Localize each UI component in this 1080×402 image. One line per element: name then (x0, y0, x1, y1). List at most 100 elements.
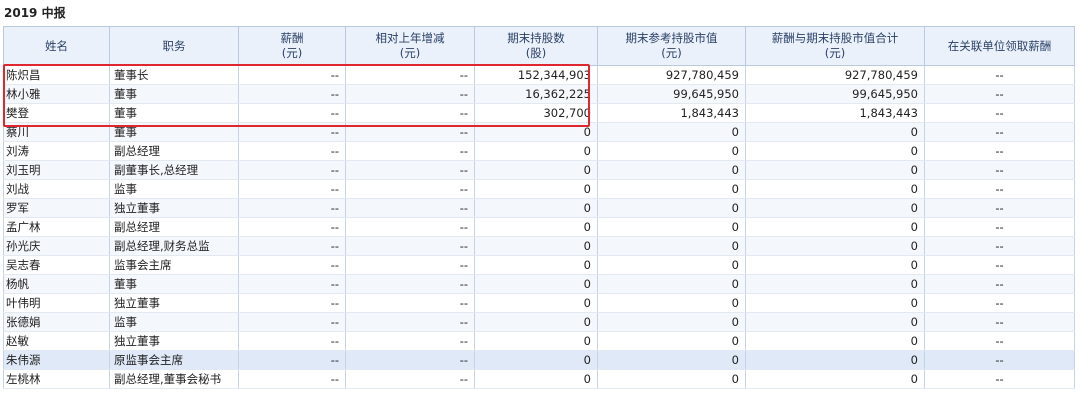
cell-salary: -- (238, 179, 346, 199)
table-row[interactable]: 罗军 独立董事 -- -- 0 0 0 -- (3, 198, 1075, 218)
cell-market-value: 0 (597, 160, 746, 180)
cell-related-pay: -- (924, 217, 1075, 237)
cell-yoy-change: -- (345, 274, 475, 294)
cell-total: 0 (745, 274, 925, 294)
cell-name: 朱伟源 (3, 350, 110, 370)
cell-name: 张德娟 (3, 312, 110, 332)
cell-position: 原监事会主席 (109, 350, 239, 370)
cell-shares-held: 0 (474, 217, 598, 237)
cell-name: 左桃林 (3, 369, 110, 389)
cell-yoy-change: -- (345, 369, 475, 389)
cell-name: 刘涛 (3, 141, 110, 161)
cell-related-pay: -- (924, 331, 1075, 351)
cell-total: 0 (745, 236, 925, 256)
table-row[interactable]: 樊登 董事 -- -- 302,700 1,843,443 1,843,443 -- (3, 103, 1075, 123)
cell-market-value: 0 (597, 331, 746, 351)
cell-total: 0 (745, 141, 925, 161)
table-row[interactable]: 刘战 监事 -- -- 0 0 0 -- (3, 179, 1075, 199)
cell-related-pay: -- (924, 369, 1075, 389)
cell-total: 0 (745, 122, 925, 142)
cell-market-value: 0 (597, 236, 746, 256)
table-row[interactable]: 孟广林 副总经理 -- -- 0 0 0 -- (3, 217, 1075, 237)
cell-position: 独立董事 (109, 331, 239, 351)
cell-yoy-change: -- (345, 217, 475, 237)
cell-related-pay: -- (924, 293, 1075, 313)
table-row[interactable]: 刘玉明 副董事长,总经理 -- -- 0 0 0 -- (3, 160, 1075, 180)
col-header-yoy-change[interactable]: 相对上年增减 (元) (345, 26, 475, 66)
table-row[interactable]: 叶伟明 独立董事 -- -- 0 0 0 -- (3, 293, 1075, 313)
table-row[interactable]: 林小雅 董事 -- -- 16,362,225 99,645,950 99,645,950-… (3, 84, 1075, 104)
col-header-position[interactable]: 职务 (109, 26, 239, 66)
cell-total: 0 (745, 179, 925, 199)
cell-position: 董事 (109, 103, 239, 123)
cell-name: 罗军 (3, 198, 110, 218)
cell-yoy-change: -- (345, 141, 475, 161)
cell-salary: -- (238, 236, 346, 256)
cell-salary: -- (238, 331, 346, 351)
cell-yoy-change: -- (345, 179, 475, 199)
cell-shares-held: 152,344,903 (474, 65, 598, 85)
cell-position: 董事长 (109, 65, 239, 85)
col-header-salary[interactable]: 薪酬 (元) (238, 26, 346, 66)
col-header-related-pay[interactable]: 在关联单位领取薪酬 (924, 26, 1075, 66)
cell-shares-held: 0 (474, 274, 598, 294)
col-header-market-value[interactable]: 期末参考持股市值 (元) (597, 26, 746, 66)
cell-salary: -- (238, 122, 346, 142)
cell-position: 董事 (109, 84, 239, 104)
cell-related-pay: -- (924, 255, 1075, 275)
table-row[interactable]: 蔡川 董事 -- -- 0 0 0 -- (3, 122, 1075, 142)
table-row[interactable]: 张德娟 监事 -- -- 0 0 0 -- (3, 312, 1075, 332)
col-header-total[interactable]: 薪酬与期末持股市值合计 (元) (745, 26, 925, 66)
cell-related-pay: -- (924, 84, 1075, 104)
cell-market-value: 0 (597, 198, 746, 218)
table-row[interactable]: 朱伟源 原监事会主席 -- -- 0 0 0 -- (3, 350, 1075, 370)
table-row[interactable]: 陈炽昌 董事长 -- -- 152,344,903 927,780,459 927,780,… (3, 65, 1075, 85)
cell-salary: -- (238, 160, 346, 180)
cell-related-pay: -- (924, 65, 1075, 85)
cell-salary: -- (238, 65, 346, 85)
cell-related-pay: -- (924, 312, 1075, 332)
table-row[interactable]: 左桃林 副总经理,董事会秘书 -- -- 0 0 0 -- (3, 369, 1075, 389)
cell-name: 孙光庆 (3, 236, 110, 256)
cell-yoy-change: -- (345, 198, 475, 218)
cell-market-value: 99,645,950 (597, 84, 746, 104)
cell-shares-held: 0 (474, 312, 598, 332)
cell-name: 杨帆 (3, 274, 110, 294)
executive-compensation-table: 姓名 职务 薪酬 (元) 相对上年增减 (元) 期末持股数 (股) 期末参考持股市值(… (3, 26, 1075, 389)
cell-yoy-change: -- (345, 350, 475, 370)
table-row[interactable]: 吴志春 监事会主席 -- -- 0 0 0 -- (3, 255, 1075, 275)
col-header-name[interactable]: 姓名 (3, 26, 110, 66)
cell-position: 独立董事 (109, 293, 239, 313)
cell-total: 0 (745, 369, 925, 389)
table-row[interactable]: 孙光庆 副总经理,财务总监 -- -- 0 0 0 -- (3, 236, 1075, 256)
cell-related-pay: -- (924, 198, 1075, 218)
cell-salary: -- (238, 369, 346, 389)
cell-salary: -- (238, 84, 346, 104)
cell-yoy-change: -- (345, 255, 475, 275)
cell-salary: -- (238, 217, 346, 237)
cell-name: 孟广林 (3, 217, 110, 237)
cell-name: 刘玉明 (3, 160, 110, 180)
cell-total: 0 (745, 331, 925, 351)
cell-name: 刘战 (3, 179, 110, 199)
cell-yoy-change: -- (345, 293, 475, 313)
cell-name: 陈炽昌 (3, 65, 110, 85)
cell-salary: -- (238, 274, 346, 294)
cell-yoy-change: -- (345, 312, 475, 332)
col-header-shares-held[interactable]: 期末持股数 (股) (474, 26, 598, 66)
cell-shares-held: 16,362,225 (474, 84, 598, 104)
cell-shares-held: 0 (474, 350, 598, 370)
cell-shares-held: 0 (474, 179, 598, 199)
cell-position: 监事 (109, 179, 239, 199)
cell-shares-held: 0 (474, 369, 598, 389)
cell-total: 0 (745, 293, 925, 313)
cell-total: 0 (745, 255, 925, 275)
cell-position: 独立董事 (109, 198, 239, 218)
report-title: 2019 中报 (4, 6, 66, 20)
cell-position: 副总经理 (109, 141, 239, 161)
table-row[interactable]: 刘涛 副总经理 -- -- 0 0 0 -- (3, 141, 1075, 161)
cell-market-value: 0 (597, 255, 746, 275)
table-row[interactable]: 杨帆 董事 -- -- 0 0 0 -- (3, 274, 1075, 294)
table-row[interactable]: 赵敏 独立董事 -- -- 0 0 0 -- (3, 331, 1075, 351)
cell-salary: -- (238, 141, 346, 161)
